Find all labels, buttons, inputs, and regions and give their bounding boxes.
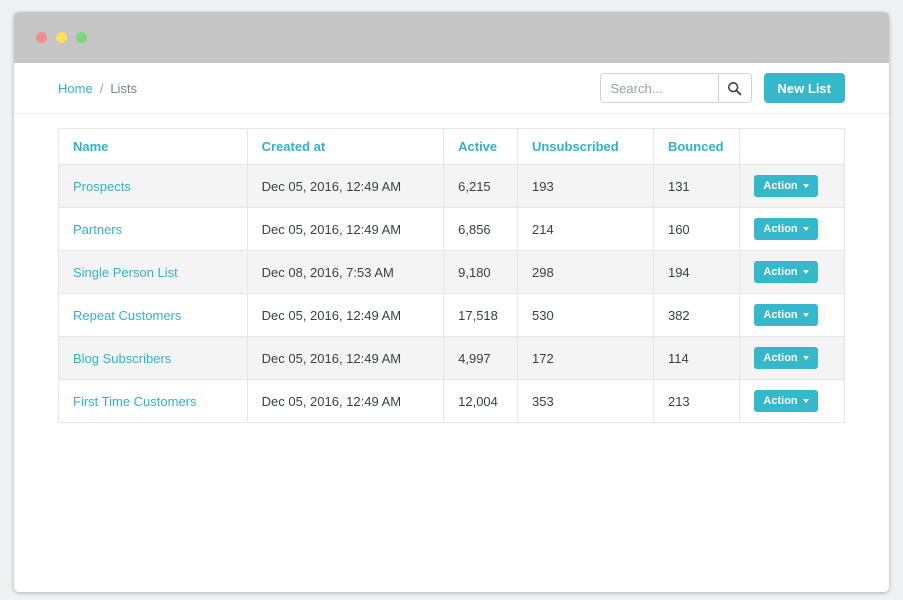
name-cell: Single Person List (58, 250, 248, 294)
browser-window: Home / Lists New List (14, 12, 889, 592)
created-at-cell: Dec 05, 2016, 12:49 AM (246, 336, 445, 380)
table-header-row: Name Created at Active Unsubscribed Boun… (58, 128, 845, 165)
action-button[interactable]: Action (754, 347, 818, 369)
column-header-created-at: Created at (246, 128, 445, 165)
table-row: Repeat Customers Dec 05, 2016, 12:49 AM … (58, 293, 845, 337)
unsubscribed-cell: 298 (517, 250, 654, 294)
column-header-bounced: Bounced (652, 128, 741, 165)
breadcrumb-home-link[interactable]: Home (58, 81, 93, 96)
active-cell: 4,997 (443, 336, 518, 380)
unsubscribed-cell: 530 (517, 293, 654, 337)
table-container: Name Created at Active Unsubscribed Boun… (14, 114, 889, 423)
caret-down-icon (802, 313, 809, 317)
active-cell: 9,180 (443, 250, 518, 294)
action-cell: Action (739, 379, 845, 423)
bounced-cell: 194 (652, 250, 741, 294)
action-button-label: Action (763, 180, 798, 192)
list-name-link[interactable]: Blog Subscribers (73, 351, 171, 366)
action-button-label: Action (763, 266, 798, 278)
active-cell: 17,518 (443, 293, 518, 337)
table-body: Prospects Dec 05, 2016, 12:49 AM 6,215 1… (58, 164, 845, 423)
new-list-button[interactable]: New List (763, 73, 845, 103)
list-name-link[interactable]: Repeat Customers (73, 308, 181, 323)
action-button-label: Action (763, 395, 798, 407)
name-cell: First Time Customers (58, 379, 248, 423)
breadcrumb-current: Lists (110, 80, 138, 96)
bounced-cell: 160 (652, 207, 741, 251)
caret-down-icon (802, 399, 809, 403)
bounced-cell: 213 (652, 379, 741, 423)
list-name-link[interactable]: Single Person List (73, 265, 178, 280)
table-row: First Time Customers Dec 05, 2016, 12:49… (58, 379, 845, 423)
name-cell: Prospects (58, 164, 248, 208)
caret-down-icon (802, 184, 809, 188)
action-cell: Action (739, 250, 845, 294)
column-header-name: Name (58, 128, 248, 165)
breadcrumb-separator: / (99, 80, 104, 96)
active-cell: 12,004 (443, 379, 518, 423)
minimize-window-button[interactable] (56, 32, 67, 43)
caret-down-icon (802, 356, 809, 360)
active-cell: 6,856 (443, 207, 518, 251)
unsubscribed-cell: 353 (517, 379, 654, 423)
list-name-link[interactable]: First Time Customers (73, 394, 197, 409)
created-at-cell: Dec 05, 2016, 12:49 AM (246, 207, 445, 251)
caret-down-icon (802, 227, 809, 231)
bounced-cell: 382 (652, 293, 741, 337)
action-button[interactable]: Action (754, 261, 818, 283)
table-row: Blog Subscribers Dec 05, 2016, 12:49 AM … (58, 336, 845, 380)
action-cell: Action (739, 207, 845, 251)
action-button[interactable]: Action (754, 218, 818, 240)
window-titlebar (14, 12, 889, 63)
page-header: Home / Lists New List (14, 63, 889, 114)
action-button-label: Action (763, 223, 798, 235)
created-at-cell: Dec 05, 2016, 12:49 AM (246, 164, 445, 208)
name-cell: Repeat Customers (58, 293, 248, 337)
action-cell: Action (739, 336, 845, 380)
active-cell: 6,215 (443, 164, 518, 208)
breadcrumb: Home / Lists (58, 81, 137, 96)
action-button[interactable]: Action (754, 390, 818, 412)
action-cell: Action (739, 164, 845, 208)
bounced-cell: 131 (652, 164, 741, 208)
action-button[interactable]: Action (754, 304, 818, 326)
action-button-label: Action (763, 352, 798, 364)
column-header-unsubscribed: Unsubscribed (517, 128, 654, 165)
list-name-link[interactable]: Prospects (73, 179, 131, 194)
unsubscribed-cell: 214 (517, 207, 654, 251)
created-at-cell: Dec 05, 2016, 12:49 AM (246, 379, 445, 423)
desktop-background: Home / Lists New List (0, 0, 903, 600)
name-cell: Partners (58, 207, 248, 251)
name-cell: Blog Subscribers (58, 336, 248, 380)
created-at-cell: Dec 08, 2016, 7:53 AM (246, 250, 445, 294)
close-window-button[interactable] (36, 32, 47, 43)
column-header-active: Active (443, 128, 518, 165)
action-cell: Action (739, 293, 845, 337)
search-input[interactable] (599, 73, 718, 103)
lists-table: Name Created at Active Unsubscribed Boun… (58, 128, 845, 423)
unsubscribed-cell: 193 (517, 164, 654, 208)
column-header-actions (739, 128, 845, 165)
search-group (599, 73, 752, 103)
header-actions: New List (599, 73, 845, 103)
unsubscribed-cell: 172 (517, 336, 654, 380)
search-button[interactable] (717, 73, 752, 103)
search-icon (728, 81, 742, 95)
maximize-window-button[interactable] (76, 32, 87, 43)
bounced-cell: 114 (652, 336, 741, 380)
caret-down-icon (802, 270, 809, 274)
action-button[interactable]: Action (754, 175, 818, 197)
table-row: Partners Dec 05, 2016, 12:49 AM 6,856 21… (58, 207, 845, 251)
list-name-link[interactable]: Partners (73, 222, 122, 237)
page-content: Home / Lists New List (14, 63, 889, 592)
created-at-cell: Dec 05, 2016, 12:49 AM (246, 293, 445, 337)
table-row: Single Person List Dec 08, 2016, 7:53 AM… (58, 250, 845, 294)
table-row: Prospects Dec 05, 2016, 12:49 AM 6,215 1… (58, 164, 845, 208)
action-button-label: Action (763, 309, 798, 321)
